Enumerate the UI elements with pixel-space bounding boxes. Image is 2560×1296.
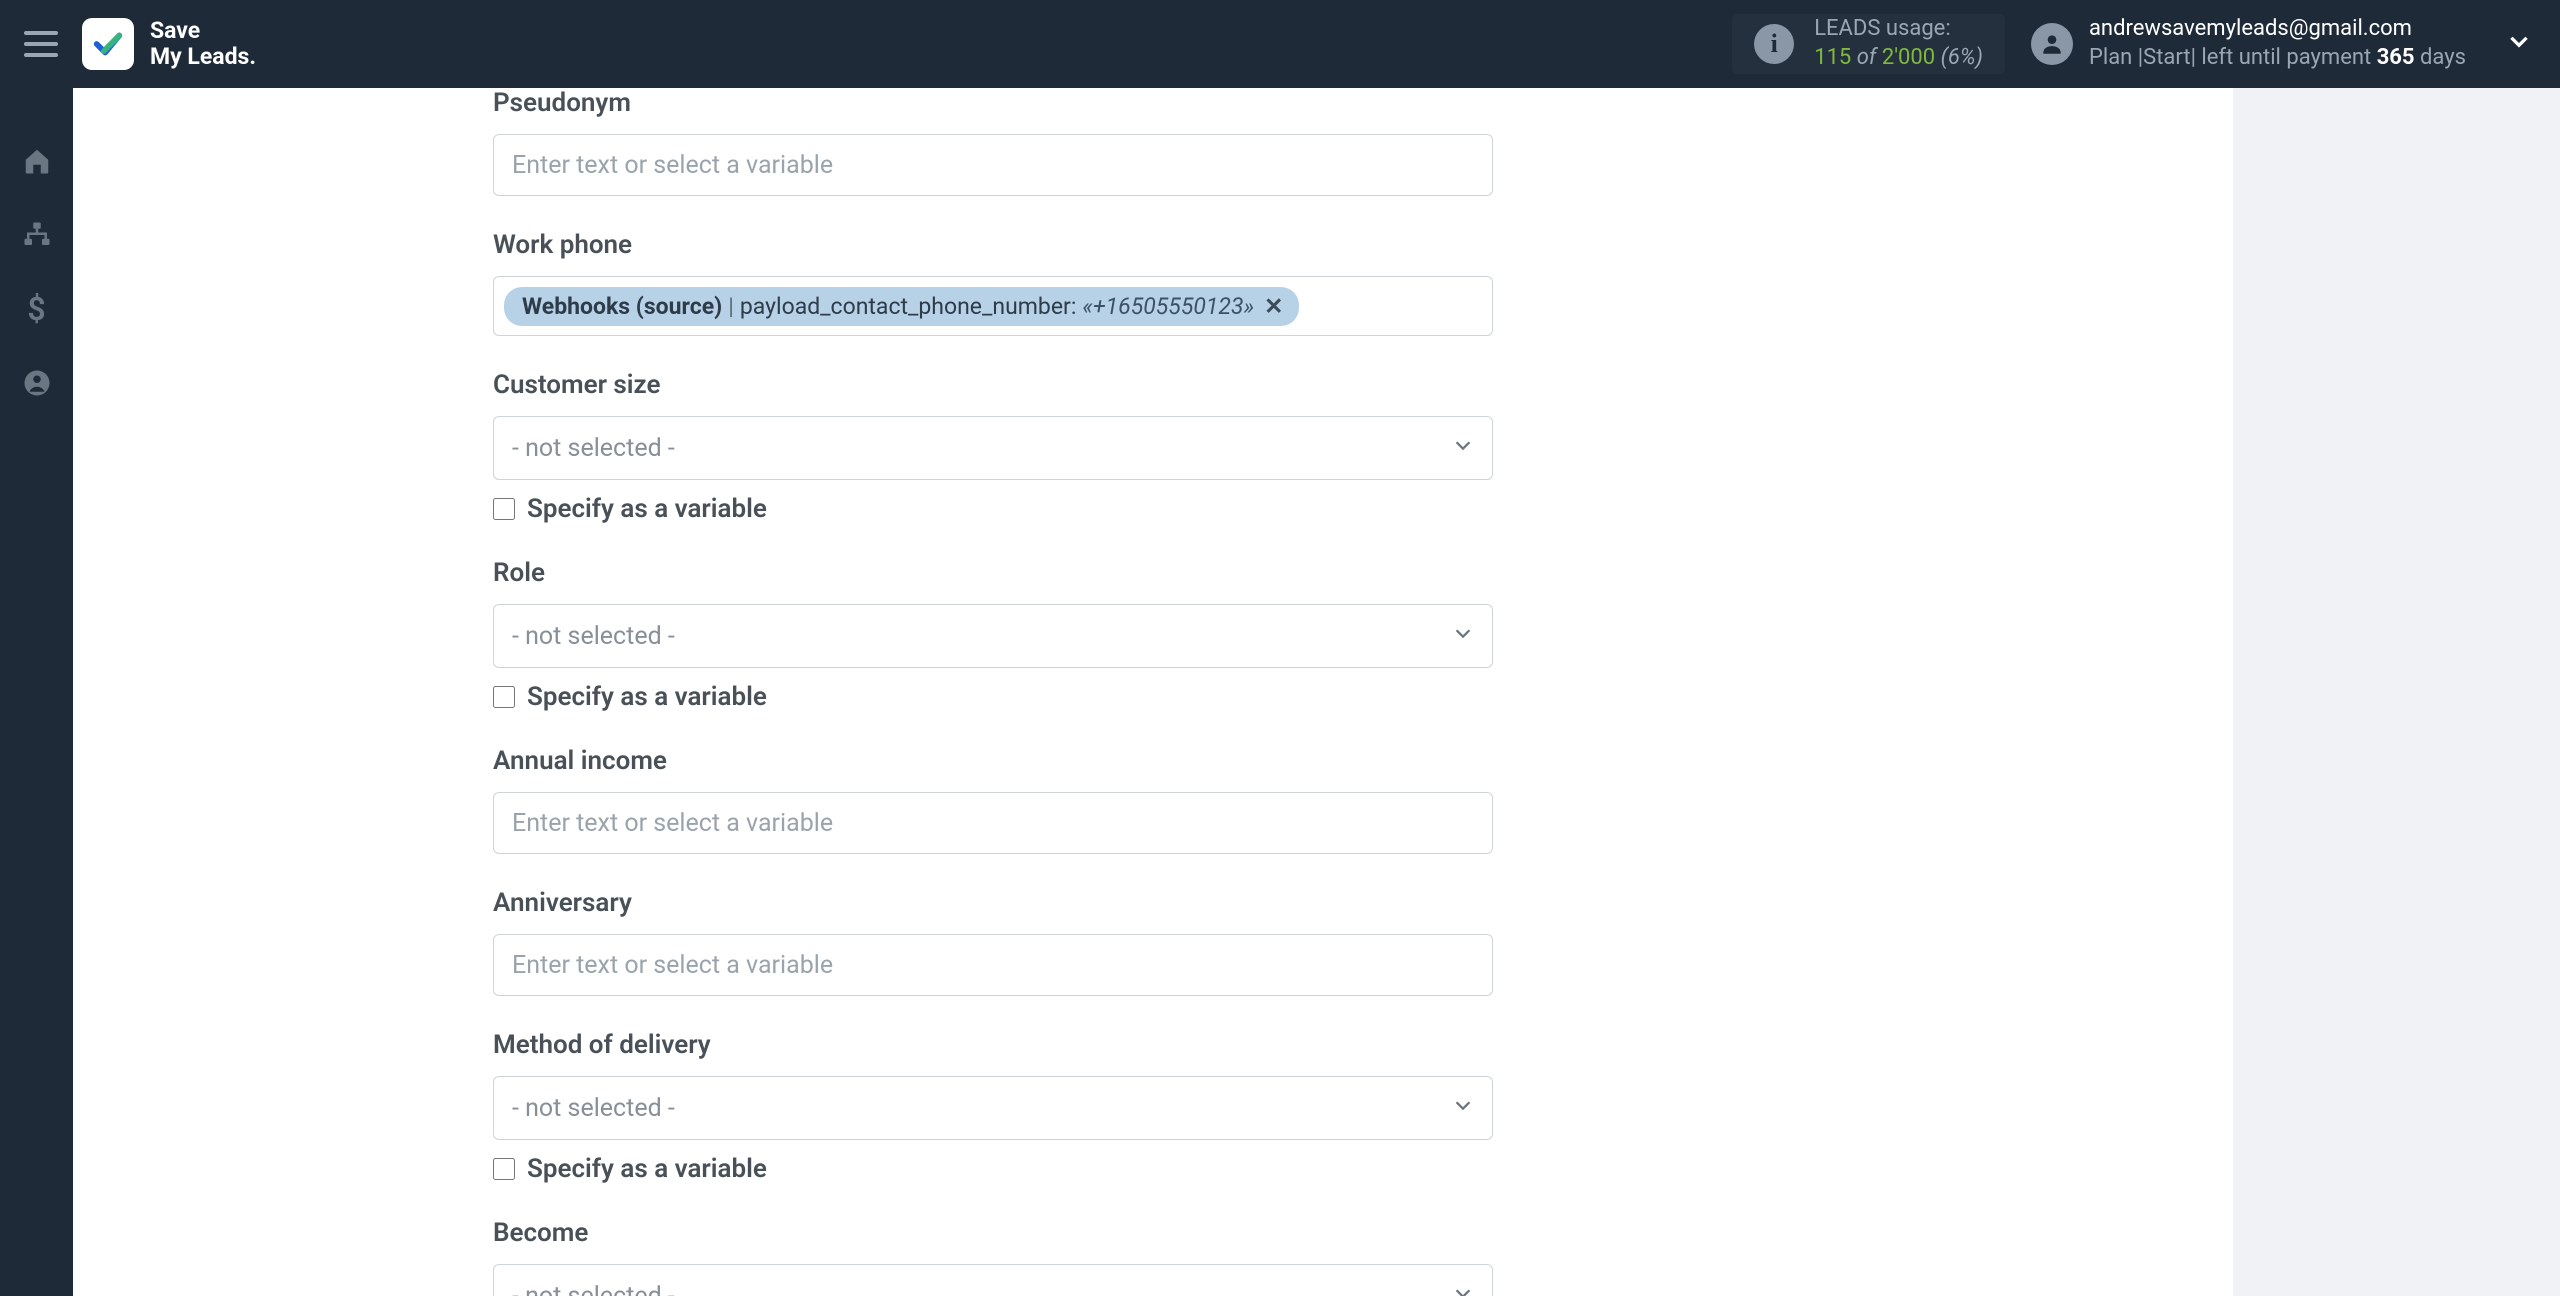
role-specify-row: Specify as a variable: [493, 682, 1493, 712]
work-phone-variable-chip[interactable]: Webhooks (source) | payload_contact_phon…: [504, 287, 1299, 326]
sidebar-item-integrations[interactable]: [20, 218, 54, 252]
sidebar: $: [0, 88, 73, 1296]
home-icon: [22, 146, 52, 176]
delivery-specify-row: Specify as a variable: [493, 1154, 1493, 1184]
chevron-down-icon: [1452, 1094, 1474, 1122]
anniversary-input[interactable]: [493, 934, 1493, 996]
customer-size-specify-row: Specify as a variable: [493, 494, 1493, 524]
user-plan: Plan |Start| left until payment 365 days: [2089, 44, 2466, 73]
role-specify-label[interactable]: Specify as a variable: [527, 682, 767, 712]
usage-total: 2'000: [1882, 45, 1935, 70]
sidebar-item-billing[interactable]: $: [20, 292, 54, 326]
delivery-specify-label[interactable]: Specify as a variable: [527, 1154, 767, 1184]
user-menu-toggle[interactable]: [2506, 28, 2532, 60]
chevron-down-icon: [1452, 622, 1474, 650]
customer-size-value: - not selected -: [512, 434, 675, 463]
form-panel: Pseudonym Work phone Webhooks (source) |…: [73, 88, 2233, 1296]
pseudonym-input[interactable]: [493, 134, 1493, 196]
become-label: Become: [493, 1218, 1493, 1248]
chip-remove-icon[interactable]: ✕: [1260, 293, 1283, 320]
role-value: - not selected -: [512, 622, 675, 651]
app-logo[interactable]: [82, 18, 134, 70]
brand-line1: Save: [150, 18, 256, 44]
sidebar-item-home[interactable]: [20, 144, 54, 178]
field-role: Role - not selected - Specify as a varia…: [493, 558, 1493, 712]
chevron-down-icon: [1452, 434, 1474, 462]
brand-text: Save My Leads.: [150, 18, 256, 71]
menu-toggle-icon[interactable]: [24, 31, 58, 57]
field-become: Become - not selected - Specify as a var…: [493, 1218, 1493, 1296]
become-value: - not selected -: [512, 1282, 675, 1296]
app-body: $ Pseudonym Work phone Webhooks (source): [0, 88, 2560, 1296]
anniversary-label: Anniversary: [493, 888, 1493, 918]
annual-income-input[interactable]: [493, 792, 1493, 854]
dollar-icon: $: [27, 290, 45, 328]
user-email: andrewsavemyleads@gmail.com: [2089, 15, 2466, 44]
role-label: Role: [493, 558, 1493, 588]
field-delivery: Method of delivery - not selected - Spec…: [493, 1030, 1493, 1184]
brand-line2: My Leads.: [150, 44, 256, 70]
user-block[interactable]: andrewsavemyleads@gmail.com Plan |Start|…: [2031, 15, 2466, 72]
chip-sep: |: [728, 293, 734, 320]
field-pseudonym: Pseudonym: [493, 88, 1493, 196]
avatar-icon: [2031, 23, 2073, 65]
user-text: andrewsavemyleads@gmail.com Plan |Start|…: [2089, 15, 2466, 72]
field-anniversary: Anniversary: [493, 888, 1493, 996]
chip-value: «+16505550123»: [1082, 293, 1254, 320]
usage-pct: (6%): [1941, 45, 1983, 70]
role-specify-checkbox[interactable]: [493, 686, 515, 708]
chevron-down-icon: [1452, 1282, 1474, 1296]
pseudonym-label: Pseudonym: [493, 88, 1493, 118]
form-wrap: Pseudonym Work phone Webhooks (source) |…: [493, 88, 1493, 1296]
customer-size-specify-label[interactable]: Specify as a variable: [527, 494, 767, 524]
delivery-select[interactable]: - not selected -: [493, 1076, 1493, 1140]
delivery-label: Method of delivery: [493, 1030, 1493, 1060]
work-phone-label: Work phone: [493, 230, 1493, 260]
field-annual-income: Annual income: [493, 746, 1493, 854]
delivery-specify-checkbox[interactable]: [493, 1158, 515, 1180]
leads-usage-title: LEADS usage:: [1814, 15, 1983, 44]
field-customer-size: Customer size - not selected - Specify a…: [493, 370, 1493, 524]
sitemap-icon: [22, 220, 52, 250]
content-area: Pseudonym Work phone Webhooks (source) |…: [73, 88, 2560, 1296]
usage-current: 115: [1814, 45, 1851, 70]
field-work-phone: Work phone Webhooks (source) | payload_c…: [493, 230, 1493, 336]
leads-usage-card[interactable]: i LEADS usage: 115 of 2'000 (6%): [1732, 14, 2005, 74]
info-icon: i: [1754, 24, 1794, 64]
work-phone-input[interactable]: Webhooks (source) | payload_contact_phon…: [493, 276, 1493, 336]
sidebar-item-account[interactable]: [20, 366, 54, 400]
customer-size-select[interactable]: - not selected -: [493, 416, 1493, 480]
delivery-value: - not selected -: [512, 1094, 675, 1123]
customer-size-label: Customer size: [493, 370, 1493, 400]
user-icon: [22, 368, 52, 398]
chip-key: payload_contact_phone_number:: [740, 293, 1077, 320]
chip-source: Webhooks (source): [522, 293, 722, 320]
leads-usage-text: LEADS usage: 115 of 2'000 (6%): [1814, 15, 1983, 72]
customer-size-specify-checkbox[interactable]: [493, 498, 515, 520]
become-select[interactable]: - not selected -: [493, 1264, 1493, 1296]
role-select[interactable]: - not selected -: [493, 604, 1493, 668]
usage-of: of: [1857, 45, 1877, 70]
chevron-down-icon: [2506, 28, 2532, 54]
check-icon: [91, 27, 125, 61]
annual-income-label: Annual income: [493, 746, 1493, 776]
app-header: Save My Leads. i LEADS usage: 115 of 2'0…: [0, 0, 2560, 88]
